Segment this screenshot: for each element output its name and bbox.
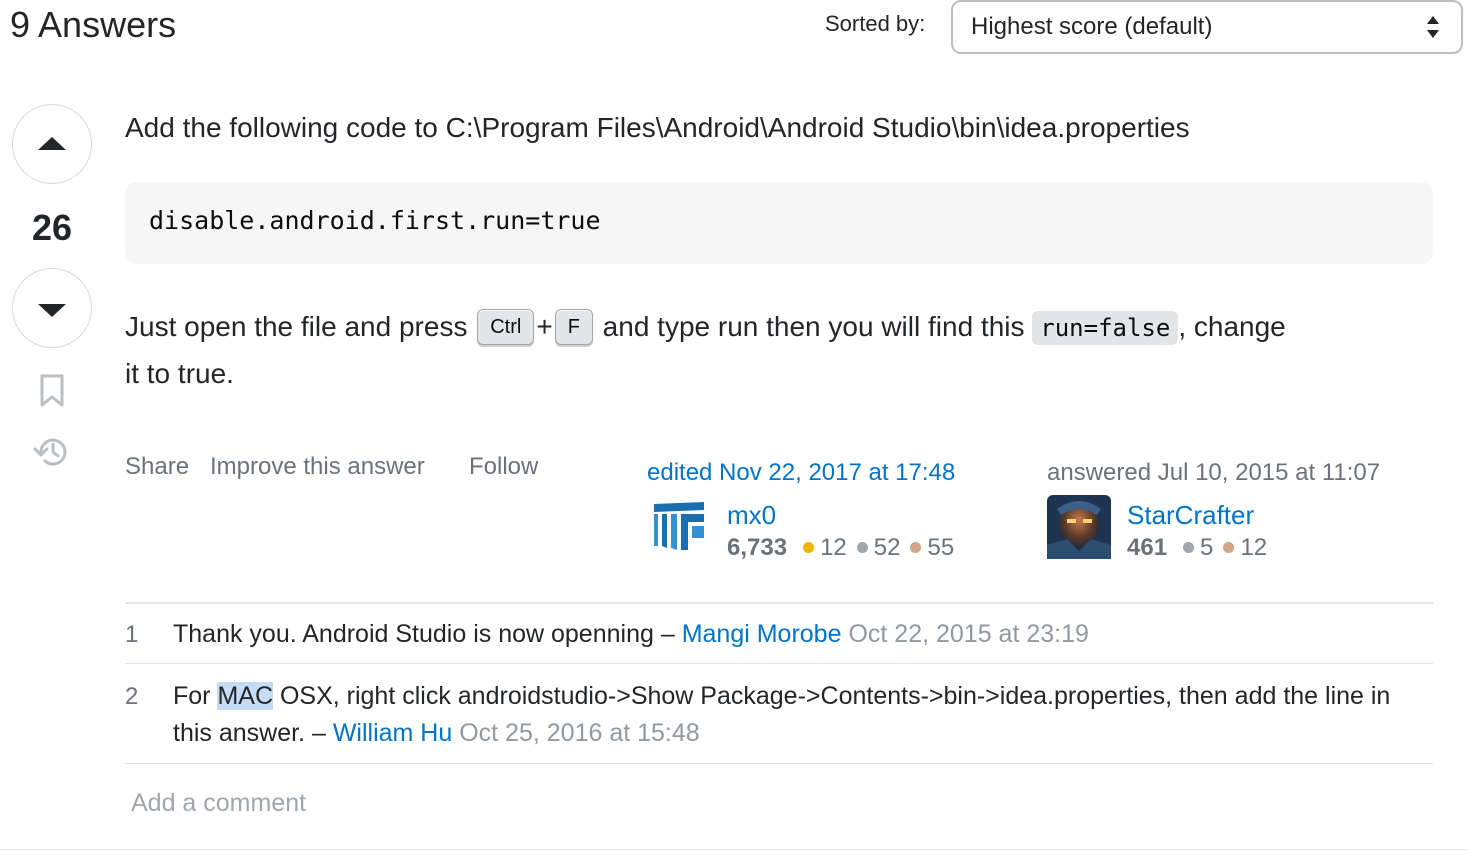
comment-user-link[interactable]: William Hu bbox=[333, 719, 452, 747]
comment-item: For MAC OSX, right click androidstudio->… bbox=[173, 678, 1413, 752]
sorted-by-label: Sorted by: bbox=[825, 11, 926, 36]
comment-item: Thank you. Android Studio is now opennin… bbox=[173, 616, 1413, 653]
answer-text-line1: Add the following code to C:\Program Fil… bbox=[125, 112, 1190, 143]
bookmark-icon[interactable] bbox=[37, 374, 67, 408]
bronze-badge-icon bbox=[910, 542, 922, 553]
answer-text-part: Just open the file and press bbox=[125, 311, 476, 342]
silver-badge-icon bbox=[856, 542, 868, 553]
downvote-arrow-icon bbox=[38, 304, 66, 317]
plus-sign: + bbox=[536, 311, 553, 342]
comment-text: Thank you. Android Studio is now opennin… bbox=[173, 620, 682, 648]
bronze-badge-icon bbox=[1223, 542, 1235, 553]
comment-score: 2 bbox=[125, 683, 139, 710]
author-rep: 461 bbox=[1127, 534, 1168, 561]
author-name-link[interactable]: StarCrafter bbox=[1127, 500, 1254, 530]
improve-answer-link[interactable]: Improve this answer bbox=[210, 453, 425, 481]
answer-text-line3: it to true. bbox=[125, 358, 234, 389]
code-block: disable.android.first.run=true bbox=[125, 182, 1433, 264]
share-link[interactable]: Share bbox=[125, 453, 189, 481]
kbd-f: F bbox=[554, 309, 593, 345]
sort-select-value: Highest score (default) bbox=[971, 13, 1213, 40]
answer-divider bbox=[0, 849, 1468, 850]
author-silver-count: 5 bbox=[1200, 534, 1214, 561]
editor-bronze-count: 55 bbox=[927, 534, 955, 561]
upvote-button[interactable] bbox=[12, 104, 92, 184]
answered-timestamp[interactable]: answered Jul 10, 2015 at 11:07 bbox=[1047, 459, 1380, 487]
answer-text-line2: Just open the file and press Ctrl + F and … bbox=[125, 309, 1286, 346]
follow-link[interactable]: Follow bbox=[469, 453, 538, 481]
sort-select[interactable]: Highest score (default) bbox=[951, 0, 1463, 54]
comment-date[interactable]: Oct 22, 2015 at 23:19 bbox=[848, 620, 1088, 648]
vote-score: 26 bbox=[31, 207, 73, 248]
comment-text: For bbox=[173, 682, 218, 710]
add-comment-link[interactable]: Add a comment bbox=[131, 788, 306, 818]
selected-text: MAC bbox=[217, 682, 274, 710]
comment-divider bbox=[125, 663, 1433, 664]
select-arrows-icon bbox=[1427, 16, 1439, 38]
code-text: disable.android.first.run=true bbox=[149, 206, 601, 235]
answer-text-part: , change bbox=[1178, 311, 1286, 342]
downvote-button[interactable] bbox=[12, 268, 92, 348]
gold-badge-icon bbox=[803, 542, 815, 553]
answer-text-part: and type run then you will find this bbox=[594, 311, 1033, 342]
comment-date[interactable]: Oct 25, 2016 at 15:48 bbox=[459, 719, 699, 747]
answers-count: 9 Answers bbox=[10, 4, 177, 45]
editor-silver-count: 52 bbox=[873, 534, 901, 561]
editor-reputation: 6,733 12 52 55 bbox=[727, 534, 954, 562]
silver-badge-icon bbox=[1183, 542, 1195, 553]
editor-rep: 6,733 bbox=[727, 534, 788, 561]
author-bronze-count: 12 bbox=[1240, 534, 1268, 561]
comment-score: 1 bbox=[125, 621, 139, 648]
inline-code: run=false bbox=[1032, 311, 1179, 345]
comments-divider bbox=[125, 602, 1433, 604]
comment-divider bbox=[125, 763, 1433, 764]
upvote-arrow-icon bbox=[38, 137, 66, 150]
author-reputation: 461 5 12 bbox=[1127, 534, 1267, 562]
history-icon[interactable] bbox=[32, 434, 70, 470]
comment-user-link[interactable]: Mangi Morobe bbox=[682, 620, 842, 648]
editor-gold-count: 12 bbox=[820, 534, 847, 561]
kbd-ctrl: Ctrl bbox=[477, 309, 535, 345]
author-avatar[interactable] bbox=[1047, 495, 1111, 559]
editor-avatar[interactable] bbox=[650, 496, 708, 554]
editor-name-link[interactable]: mx0 bbox=[727, 500, 776, 530]
edited-timestamp-link[interactable]: edited Nov 22, 2017 at 17:48 bbox=[647, 459, 955, 487]
